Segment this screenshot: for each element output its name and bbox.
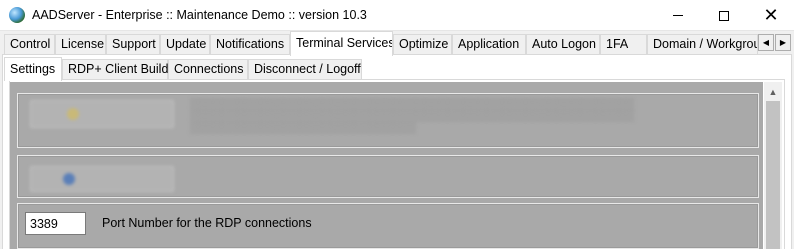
scrollbar-thumb[interactable] xyxy=(766,101,780,249)
rdp-port-input[interactable] xyxy=(25,212,86,235)
subtab-rdp-client-build[interactable]: RDP+ Client Build xyxy=(62,59,168,80)
tab-domain-workgroup[interactable]: Domain / Workgroup xyxy=(647,34,758,55)
subtab-connections[interactable]: Connections xyxy=(168,59,248,80)
sub-tab-strip: Settings RDP+ Client Build Connections D… xyxy=(4,56,504,81)
maximize-icon xyxy=(719,10,729,21)
blurred-advanced-button[interactable] xyxy=(30,100,174,128)
tab-auto-logon[interactable]: Auto Logon xyxy=(526,34,600,55)
tab-application[interactable]: Application xyxy=(452,34,526,55)
main-tab-strip: Control License Support Update Notificat… xyxy=(0,31,794,56)
tab-1fa[interactable]: 1FA xyxy=(600,34,647,55)
tab-optimize[interactable]: Optimize xyxy=(393,34,452,55)
minimize-icon xyxy=(673,15,683,16)
close-icon: ✕ xyxy=(763,4,779,26)
tab-support[interactable]: Support xyxy=(106,34,160,55)
window-title: AADServer - Enterprise :: Maintenance De… xyxy=(32,8,367,22)
minimize-button[interactable] xyxy=(655,0,701,31)
tab-notifications[interactable]: Notifications xyxy=(210,34,290,55)
tab-license[interactable]: License xyxy=(55,34,106,55)
tab-terminal-services[interactable]: Terminal Services xyxy=(290,31,393,56)
rdp-port-label: Port Number for the RDP connections xyxy=(102,216,312,230)
subtab-settings[interactable]: Settings xyxy=(4,57,62,81)
control-panel-icon xyxy=(63,173,75,185)
app-globe-icon xyxy=(9,7,25,23)
tab-scroll-left-icon[interactable]: ◀ xyxy=(758,34,774,51)
tab-control[interactable]: Control xyxy=(4,34,55,55)
close-button[interactable]: ✕ xyxy=(748,0,794,31)
lock-icon xyxy=(67,108,79,120)
tab-update[interactable]: Update xyxy=(160,34,210,55)
blurred-control-panel-button[interactable] xyxy=(30,166,174,192)
tab-scroll-right-icon[interactable]: ▶ xyxy=(775,34,791,51)
title-bar: AADServer - Enterprise :: Maintenance De… xyxy=(0,0,794,31)
scroll-up-icon[interactable]: ▲ xyxy=(764,83,782,100)
subtab-disconnect-logoff[interactable]: Disconnect / Logoff xyxy=(248,59,362,80)
blurred-description: ▒▒▒▒▒▒▒▒▒▒▒▒▒▒▒▒▒▒▒▒▒▒▒▒▒▒▒▒▒▒▒▒▒▒▒▒▒▒▒▒… xyxy=(190,98,635,134)
maximize-button[interactable] xyxy=(701,0,747,31)
